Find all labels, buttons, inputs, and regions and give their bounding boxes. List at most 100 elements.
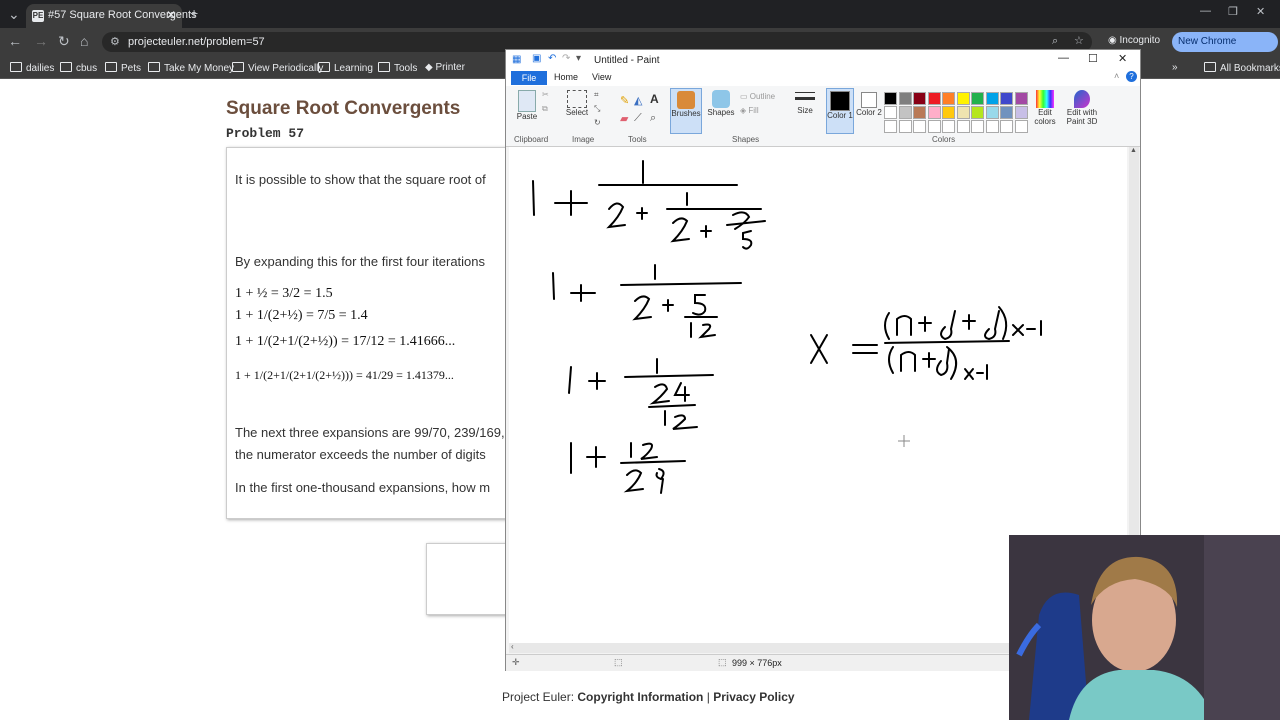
color-swatch[interactable] — [942, 92, 955, 105]
zoom-icon[interactable]: ⌕ — [1052, 35, 1058, 48]
color-swatch[interactable] — [898, 92, 912, 105]
color-swatch[interactable] — [884, 92, 897, 105]
edit-colors-button[interactable]: Edit colors — [1032, 90, 1058, 126]
custom-color-swatch[interactable] — [898, 120, 912, 133]
bookmark-link[interactable]: ◆ Printer — [425, 62, 465, 73]
bookmark-folder[interactable]: Tools — [378, 62, 417, 74]
custom-color-swatch[interactable] — [942, 120, 955, 133]
color2-swatch — [861, 92, 877, 108]
paste-button[interactable]: Paste — [512, 90, 542, 121]
color1-button[interactable]: Color 1 — [826, 88, 854, 134]
forward-icon[interactable]: → — [34, 33, 48, 49]
redo-icon[interactable]: ↷ — [562, 53, 570, 64]
tab-view[interactable]: View — [592, 72, 611, 82]
color-swatch[interactable] — [1014, 92, 1028, 105]
color2-button[interactable]: Color 2 — [856, 90, 882, 117]
close-icon[interactable]: ✕ — [1118, 52, 1127, 65]
color-swatch[interactable] — [956, 106, 970, 119]
scroll-up-icon[interactable]: ▲ — [1130, 147, 1137, 154]
magnifier-icon[interactable]: ⌕ — [650, 112, 656, 125]
brushes-button[interactable]: Brushes — [670, 88, 702, 134]
select-button[interactable]: Select — [562, 90, 592, 117]
tab-file[interactable]: File — [511, 71, 547, 85]
custom-color-swatch[interactable] — [1000, 120, 1013, 133]
help-icon[interactable]: ? — [1126, 71, 1137, 82]
color-swatch[interactable] — [1000, 106, 1013, 119]
color-swatch[interactable] — [1000, 92, 1013, 105]
window-close-icon[interactable]: ✕ — [1256, 5, 1265, 18]
outline-dropdown[interactable]: ▭ Outline — [740, 92, 775, 101]
crop-icon[interactable]: ⌗ — [594, 90, 599, 100]
close-icon[interactable]: ✕ — [166, 8, 176, 22]
maximize-icon[interactable]: ☐ — [1088, 52, 1098, 65]
bookmark-folder[interactable]: Learning — [318, 62, 373, 74]
stroke — [532, 180, 535, 216]
fill-bucket-icon[interactable]: ◭ — [634, 94, 642, 107]
collapse-ribbon-icon[interactable]: ˄ — [1114, 71, 1119, 81]
bookmark-folder[interactable]: View Periodically — [232, 62, 323, 74]
size-button[interactable]: Size — [792, 90, 818, 115]
save-icon[interactable]: ▣ — [532, 53, 541, 64]
custom-color-swatch[interactable] — [956, 120, 970, 133]
home-icon[interactable]: ⌂ — [80, 33, 88, 49]
text-icon[interactable]: A — [650, 92, 659, 106]
rotate-icon[interactable]: ↻ — [594, 118, 601, 127]
bookmark-star-icon[interactable]: ☆ — [1074, 34, 1084, 47]
copyright-link[interactable]: Copyright Information — [577, 690, 703, 704]
color-swatch[interactable] — [985, 106, 999, 119]
bookmark-folder[interactable]: Take My Money — [148, 62, 234, 74]
copy-icon[interactable]: ⧉ — [542, 104, 548, 114]
color-swatch[interactable] — [913, 106, 926, 119]
bookmark-label: dailies — [26, 63, 55, 74]
resize-icon[interactable]: ⤡ — [594, 104, 600, 114]
tab-home[interactable]: Home — [554, 72, 578, 82]
pencil-icon[interactable]: ✎ — [620, 94, 629, 107]
privacy-link[interactable]: Privacy Policy — [713, 690, 794, 704]
color-swatch[interactable] — [927, 106, 941, 119]
back-icon[interactable]: ← — [8, 33, 22, 49]
scroll-left-icon[interactable]: ‹ — [511, 642, 514, 651]
undo-icon[interactable]: ↶ — [548, 53, 556, 64]
color-swatch[interactable] — [971, 92, 984, 105]
new-chrome-button[interactable]: New Chrome available — [1172, 32, 1278, 67]
color-swatch[interactable] — [971, 106, 984, 119]
color-swatch[interactable] — [956, 92, 970, 105]
bookmark-folder[interactable]: dailies — [10, 62, 54, 74]
eraser-icon[interactable]: ▰ — [620, 112, 628, 125]
browser-tab[interactable]: PE #57 Square Root Convergents ✕ — [26, 4, 197, 28]
color-swatch[interactable] — [985, 92, 999, 105]
fill-dropdown[interactable]: ◈ Fill — [740, 106, 759, 115]
edit-paint3d-button[interactable]: Edit with Paint 3D — [1062, 90, 1102, 126]
bookmark-folder[interactable]: Pets — [105, 62, 141, 74]
minimize-icon[interactable]: — — [1058, 52, 1069, 64]
color-swatch[interactable] — [898, 106, 912, 119]
custom-color-swatch[interactable] — [1014, 120, 1028, 133]
color-swatch[interactable] — [884, 106, 897, 119]
restore-icon[interactable]: ❐ — [1228, 5, 1238, 18]
color-swatch[interactable] — [913, 92, 926, 105]
bookmark-folder[interactable]: cbus — [60, 62, 97, 74]
color-swatch[interactable] — [942, 106, 955, 119]
tab-search-icon[interactable]: ⌄ — [8, 6, 20, 23]
stroke — [655, 468, 665, 494]
shapes-button[interactable]: Shapes — [706, 90, 736, 117]
site-info-icon[interactable]: ⚙ — [110, 35, 120, 48]
quick-access-dropdown-icon[interactable]: ▾ — [576, 53, 581, 64]
color-picker-icon[interactable]: ⟋ — [634, 112, 642, 125]
color-swatch[interactable] — [1014, 106, 1028, 119]
custom-color-swatch[interactable] — [913, 120, 926, 133]
custom-color-swatch[interactable] — [985, 120, 999, 133]
incognito-indicator[interactable]: ◉ Incognito — [1108, 35, 1160, 46]
all-bookmarks-folder[interactable]: All Bookmarks — [1204, 62, 1280, 74]
cursor-position-icon: ✛ — [512, 657, 520, 667]
custom-color-swatch[interactable] — [884, 120, 897, 133]
minimize-icon[interactable]: — — [1200, 5, 1211, 17]
new-tab-icon[interactable]: + — [190, 5, 198, 21]
cut-icon[interactable]: ✂ — [542, 90, 549, 99]
more-bookmarks-icon[interactable]: » — [1172, 62, 1178, 73]
custom-color-swatch[interactable] — [927, 120, 941, 133]
ribbon: Paste ✂ ⧉ Clipboard Select ⌗ ⤡ ↻ Image ✎… — [506, 86, 1140, 147]
color-swatch[interactable] — [927, 92, 941, 105]
reload-icon[interactable]: ↻ — [58, 33, 70, 50]
custom-color-swatch[interactable] — [971, 120, 984, 133]
